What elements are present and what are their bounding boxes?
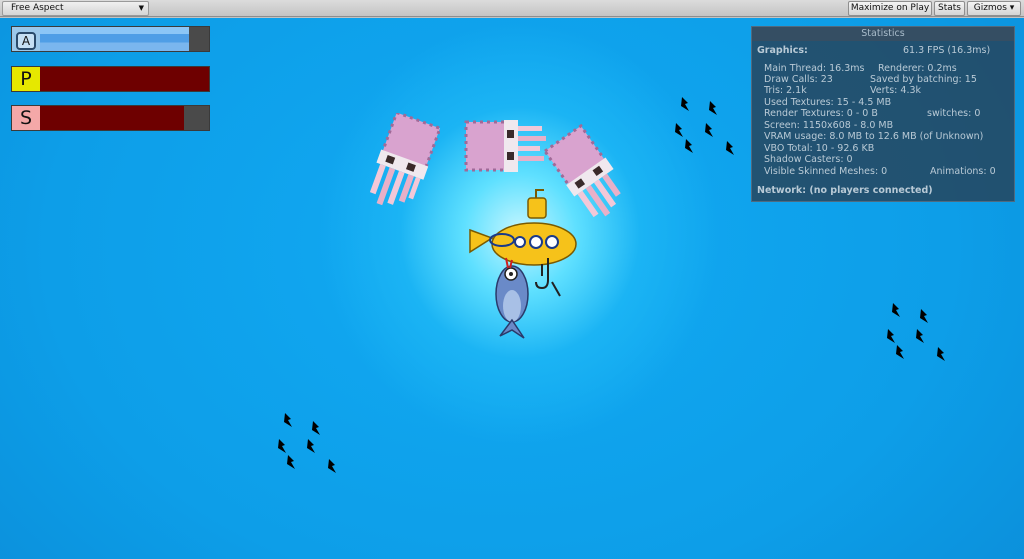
fish-icon <box>283 412 293 427</box>
shadow-casters-stat: Shadow Casters: 0 <box>764 154 853 165</box>
hud-bar-a: A <box>11 26 210 52</box>
stats-toggle-button[interactable]: Stats <box>934 1 965 16</box>
fish-icon <box>680 96 690 111</box>
used-textures-stat: Used Textures: 15 - 4.5 MB <box>764 97 892 108</box>
renderer-stat: Renderer: 0.2ms <box>878 63 957 74</box>
hud-bar-s: S <box>11 105 210 131</box>
fish-icon <box>895 344 905 359</box>
statistics-title: Statistics <box>752 27 1014 41</box>
fish-icon <box>704 122 714 137</box>
hud-bar-a-fill <box>40 27 189 51</box>
fish-icon <box>891 302 901 317</box>
fish-icon <box>277 438 287 453</box>
animations-stat: Animations: 0 <box>930 166 996 177</box>
fish-icon <box>327 458 337 473</box>
maximize-on-play-button[interactable]: Maximize on Play <box>848 1 932 16</box>
statistics-panel: Statistics Graphics: 61.3 FPS (16.3ms) M… <box>751 26 1015 202</box>
fish-icon <box>915 328 925 343</box>
network-status: Network: (no players connected) <box>757 185 933 196</box>
gizmos-label: Gizmos <box>973 3 1007 13</box>
hud-bar-s-track <box>40 106 209 130</box>
chevron-down-icon: ▼ <box>138 4 144 12</box>
fish-icon <box>919 308 929 323</box>
verts-stat: Verts: 4.3k <box>870 85 922 96</box>
hud-bar-p-fill <box>40 67 209 91</box>
draw-calls-stat: Draw Calls: 23 <box>764 74 833 85</box>
switches-stat: switches: 0 <box>927 108 981 119</box>
fish-icon <box>674 122 684 137</box>
fish-icon <box>311 420 321 435</box>
hud-bar-a-track <box>40 27 209 51</box>
aspect-dropdown-label: Free Aspect <box>11 3 64 13</box>
fish-icon <box>684 138 694 153</box>
fish-icon <box>886 328 896 343</box>
hud-bar-s-label: S <box>12 106 40 130</box>
game-view[interactable]: A P S Statistics Graphics: 61.3 FPS (16.… <box>0 18 1024 559</box>
saved-batching-stat: Saved by batching: 15 <box>870 74 977 85</box>
skinned-meshes-stat: Visible Skinned Meshes: 0 <box>764 166 888 177</box>
aspect-dropdown[interactable]: Free Aspect ▼ <box>2 1 149 16</box>
fish-icon <box>286 454 296 469</box>
fish-with-hook-icon <box>495 257 561 339</box>
gizmos-button[interactable]: Gizmos ▾ <box>967 1 1021 16</box>
hud-bar-p-label: P <box>12 67 40 91</box>
tris-stat: Tris: 2.1k <box>764 85 807 96</box>
hud-bar-p: P <box>11 66 210 92</box>
render-textures-stat: Render Textures: 0 - 0 B <box>764 108 878 119</box>
squid-icon <box>369 113 440 206</box>
fish-icon <box>725 140 735 155</box>
vram-stat: VRAM usage: 8.0 MB to 12.6 MB (of Unknow… <box>764 131 984 142</box>
graphics-label: Graphics: <box>757 45 808 56</box>
screen-stat: Screen: 1150x608 - 8.0 MB <box>764 120 894 131</box>
hud-bar-s-fill <box>40 106 184 130</box>
hud-bar-a-label: A <box>12 27 40 51</box>
fish-icon <box>936 346 946 361</box>
vbo-stat: VBO Total: 10 - 92.6 KB <box>764 143 875 154</box>
fps-readout: 61.3 FPS (16.3ms) <box>903 45 991 56</box>
fish-icon <box>708 100 718 115</box>
game-view-toolbar: Free Aspect ▼ Maximize on Play Stats Giz… <box>0 0 1024 17</box>
hud-bar-p-track <box>40 67 209 91</box>
main-thread-stat: Main Thread: 16.3ms <box>764 63 865 74</box>
squid-icon <box>464 120 546 172</box>
fish-icon <box>306 438 316 453</box>
